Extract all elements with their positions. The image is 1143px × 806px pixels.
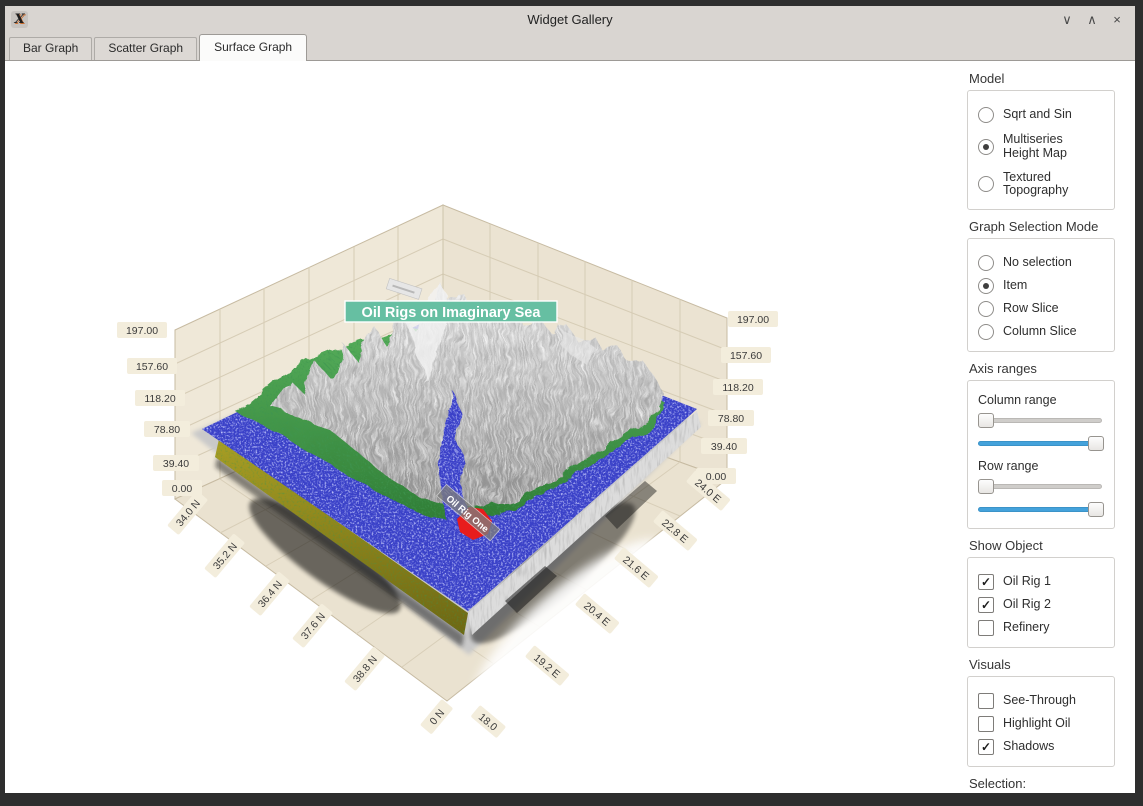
radio-icon[interactable] — [978, 255, 994, 271]
slider-handle[interactable] — [1088, 502, 1104, 517]
window-frame: X Widget Gallery ∨ ∧ × Bar Graph Scatter… — [0, 0, 1143, 806]
checkbox-icon[interactable] — [978, 597, 994, 613]
show-object-section-label: Show Object — [969, 538, 1129, 553]
tab-bar-graph[interactable]: Bar Graph — [9, 37, 92, 60]
radio-sqrt-and-sin[interactable]: Sqrt and Sin — [978, 107, 1106, 123]
checkbox-refinery[interactable]: Refinery — [978, 620, 1106, 636]
row-range-label: Row range — [978, 459, 1106, 473]
model-section-label: Model — [969, 71, 1129, 86]
svg-text:157.60: 157.60 — [730, 350, 762, 362]
axis-ranges-groupbox: Column range Row range — [967, 380, 1115, 529]
row-range-min-slider[interactable] — [978, 479, 1102, 494]
visuals-section-label: Visuals — [969, 657, 1129, 672]
radio-label: Sqrt and Sin — [1003, 108, 1072, 122]
minimize-button[interactable]: ∨ — [1059, 12, 1075, 28]
checkbox-label: Refinery — [1003, 621, 1050, 635]
svg-text:39.40: 39.40 — [711, 441, 737, 453]
checkbox-see-through[interactable]: See-Through — [978, 693, 1106, 709]
svg-text:0.00: 0.00 — [172, 483, 193, 495]
model-groupbox: Sqrt and Sin Multiseries Height Map Text… — [967, 90, 1115, 210]
svg-text:197.00: 197.00 — [737, 314, 769, 326]
radio-icon[interactable] — [978, 301, 994, 317]
maximize-button[interactable]: ∧ — [1084, 12, 1100, 28]
svg-text:39.40: 39.40 — [163, 458, 189, 470]
column-range-min-slider[interactable] — [978, 413, 1102, 428]
radio-row-slice[interactable]: Row Slice — [978, 301, 1106, 317]
radio-icon[interactable] — [978, 278, 994, 294]
column-range-max-slider[interactable] — [978, 436, 1102, 451]
checkbox-icon[interactable] — [978, 693, 994, 709]
checkbox-icon[interactable] — [978, 716, 994, 732]
radio-textured-topography[interactable]: Textured Topography — [978, 171, 1106, 199]
radio-label: Column Slice — [1003, 325, 1077, 339]
checkbox-label: Shadows — [1003, 740, 1054, 754]
checkbox-icon[interactable] — [978, 620, 994, 636]
close-button[interactable]: × — [1109, 12, 1125, 28]
settings-panel: Model Sqrt and Sin Multiseries Height Ma… — [963, 61, 1135, 793]
radio-column-slice[interactable]: Column Slice — [978, 324, 1106, 340]
tab-surface-graph[interactable]: Surface Graph — [199, 34, 307, 61]
radio-multiseries-height-map[interactable]: Multiseries Height Map — [978, 133, 1106, 161]
checkbox-oil-rig-2[interactable]: Oil Rig 2 — [978, 597, 1106, 613]
radio-icon[interactable] — [978, 176, 994, 192]
slider-handle[interactable] — [1088, 436, 1104, 451]
svg-text:157.60: 157.60 — [136, 361, 168, 373]
radio-label: Item — [1003, 279, 1027, 293]
checkbox-highlight-oil[interactable]: Highlight Oil — [978, 716, 1106, 732]
show-object-groupbox: Oil Rig 1 Oil Rig 2 Refinery — [967, 557, 1115, 648]
checkbox-shadows[interactable]: Shadows — [978, 739, 1106, 755]
svg-text:0.00: 0.00 — [706, 471, 727, 483]
selection-mode-section-label: Graph Selection Mode — [969, 219, 1129, 234]
column-range-label: Column range — [978, 393, 1106, 407]
radio-icon[interactable] — [978, 139, 994, 155]
radio-label: Row Slice — [1003, 302, 1059, 316]
slider-track[interactable] — [978, 441, 1102, 446]
slider-track[interactable] — [978, 484, 1102, 489]
axis-ranges-section-label: Axis ranges — [969, 361, 1129, 376]
slider-track[interactable] — [978, 507, 1102, 512]
tab-bar: Bar Graph Scatter Graph Surface Graph — [5, 33, 1135, 60]
slider-handle[interactable] — [978, 479, 994, 494]
chart-title: Oil Rigs on Imaginary Sea — [345, 301, 557, 322]
radio-label: No selection — [1003, 256, 1072, 270]
tab-scatter-graph[interactable]: Scatter Graph — [94, 37, 197, 60]
radio-label: Multiseries Height Map — [1003, 133, 1095, 161]
row-range-max-slider[interactable] — [978, 502, 1102, 517]
selection-label: Selection: — [969, 776, 1129, 791]
slider-track[interactable] — [978, 418, 1102, 423]
checkbox-icon[interactable] — [978, 574, 994, 590]
checkbox-label: Oil Rig 2 — [1003, 598, 1051, 612]
surface-plot[interactable]: Oil Rig One Oil Rigs on Imaginary Sea 19… — [5, 61, 963, 794]
visuals-groupbox: See-Through Highlight Oil Shadows — [967, 676, 1115, 767]
checkbox-oil-rig-1[interactable]: Oil Rig 1 — [978, 574, 1106, 590]
tab-page: Oil Rig One Oil Rigs on Imaginary Sea 19… — [5, 60, 1135, 793]
checkbox-label: See-Through — [1003, 694, 1076, 708]
radio-icon[interactable] — [978, 324, 994, 340]
svg-text:78.80: 78.80 — [154, 424, 180, 436]
checkbox-label: Oil Rig 1 — [1003, 575, 1051, 589]
radio-no-selection[interactable]: No selection — [978, 255, 1106, 271]
surface-3d-view[interactable]: Oil Rig One Oil Rigs on Imaginary Sea 19… — [5, 61, 963, 793]
radio-item[interactable]: Item — [978, 278, 1106, 294]
svg-text:197.00: 197.00 — [126, 325, 158, 337]
app-window: X Widget Gallery ∨ ∧ × Bar Graph Scatter… — [5, 6, 1135, 793]
svg-text:118.20: 118.20 — [144, 393, 175, 405]
svg-text:118.20: 118.20 — [722, 382, 753, 394]
title-bar: X Widget Gallery ∨ ∧ × — [5, 6, 1135, 33]
radio-label: Textured Topography — [1003, 171, 1095, 199]
selection-mode-groupbox: No selection Item Row Slice Column Slice — [967, 238, 1115, 352]
radio-icon[interactable] — [978, 107, 994, 123]
checkbox-icon[interactable] — [978, 739, 994, 755]
window-title: Widget Gallery — [5, 12, 1135, 27]
svg-text:78.80: 78.80 — [718, 413, 744, 425]
slider-handle[interactable] — [978, 413, 994, 428]
svg-text:Oil Rigs on Imaginary Sea: Oil Rigs on Imaginary Sea — [362, 305, 542, 321]
checkbox-label: Highlight Oil — [1003, 717, 1070, 731]
